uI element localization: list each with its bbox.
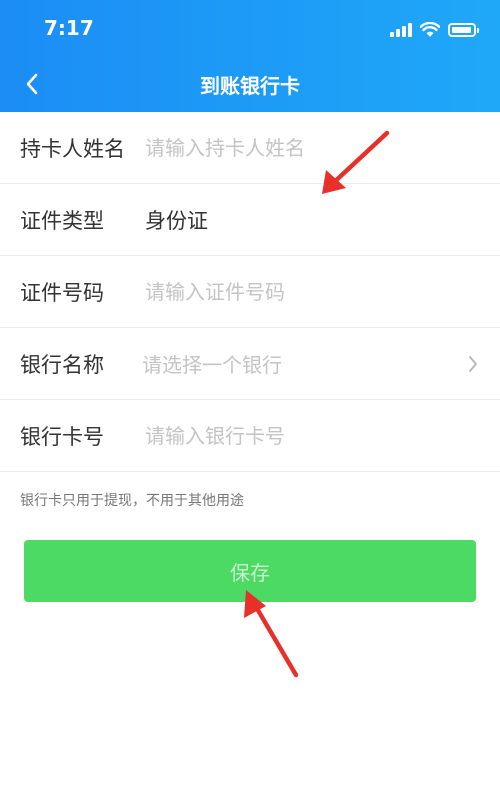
save-button[interactable]: 保存 (24, 540, 476, 602)
chevron-right-icon[interactable] (468, 355, 478, 373)
header-bar: 7:17 到账银行卡 (0, 0, 500, 112)
card-number-label: 银行卡号 (20, 424, 104, 449)
id-type-label: 证件类型 (20, 208, 104, 233)
status-time: 7:17 (44, 16, 94, 40)
cardholder-row: 持卡人姓名 (0, 112, 500, 184)
id-number-row: 证件号码 (0, 256, 500, 328)
bank-card-form: 持卡人姓名 证件类型 身份证 证件号码 银行名称 请选择一个银行 银行卡号 (0, 112, 500, 472)
status-icons (390, 20, 479, 40)
arrow-annotation-icon (244, 590, 299, 678)
id-number-label: 证件号码 (20, 280, 104, 305)
bank-name-row[interactable]: 银行名称 请选择一个银行 (0, 328, 500, 400)
wifi-icon (420, 22, 440, 37)
usage-note: 银行卡只用于提现，不用于其他用途 (20, 493, 244, 509)
bank-name-label: 银行名称 (20, 352, 104, 377)
id-number-input[interactable] (145, 272, 480, 312)
cardholder-name-input[interactable] (145, 128, 480, 168)
cardholder-label: 持卡人姓名 (20, 136, 125, 161)
id-type-value[interactable]: 身份证 (145, 205, 208, 235)
battery-icon (448, 23, 479, 37)
card-number-input[interactable] (145, 416, 480, 456)
id-type-row[interactable]: 证件类型 身份证 (0, 184, 500, 256)
bank-select[interactable]: 请选择一个银行 (142, 349, 282, 378)
cellular-signal-icon (390, 23, 412, 37)
card-number-row: 银行卡号 (0, 400, 500, 472)
page-title: 到账银行卡 (200, 74, 300, 98)
